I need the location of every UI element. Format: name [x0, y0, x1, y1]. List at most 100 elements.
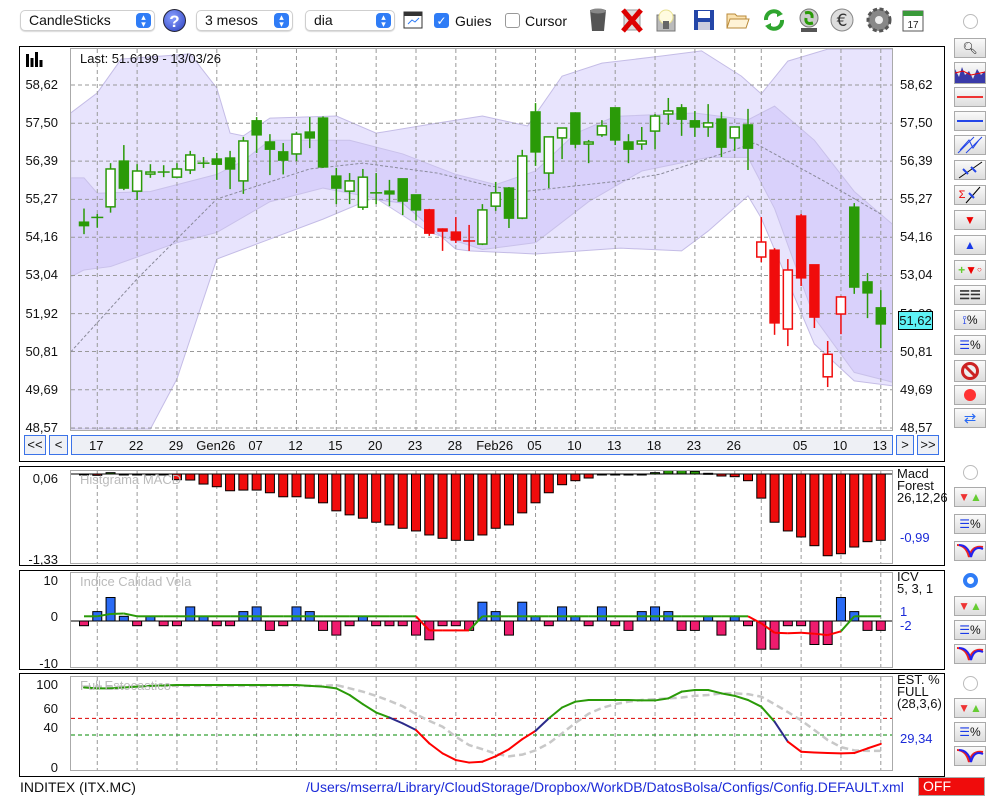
- add-signal-button[interactable]: + ▼ ○: [954, 260, 986, 280]
- delete-icon[interactable]: [620, 6, 644, 34]
- buy-signal-button[interactable]: ▲: [954, 235, 986, 255]
- range-percent-button[interactable]: ⟟%: [954, 310, 986, 330]
- candle-body: [357, 176, 369, 208]
- icv-name: ICV 5, 3, 1: [897, 570, 933, 595]
- icv-bar: [384, 620, 395, 627]
- icv-bar: [185, 606, 196, 622]
- price-axis-label-left: 48,57: [25, 420, 58, 435]
- interval-select[interactable]: dia ▴ ▾: [305, 10, 395, 31]
- folder-icon[interactable]: [726, 6, 750, 34]
- chart-type-select[interactable]: CandleSticks ▴ ▾: [20, 10, 155, 31]
- blue-line-button[interactable]: [954, 111, 986, 131]
- macd-bar: [424, 473, 435, 536]
- stoch-curve-button[interactable]: [954, 746, 986, 766]
- gear-icon[interactable]: [864, 6, 894, 34]
- candle-body: [875, 307, 887, 325]
- date-axis-label: Gen26: [196, 438, 236, 453]
- lines-percent-button[interactable]: ☰%: [954, 335, 986, 355]
- macd-bar: [278, 473, 289, 498]
- calendar-icon[interactable]: 17: [901, 6, 925, 34]
- sigma-trend-button[interactable]: Σ: [954, 185, 986, 205]
- price-axis-label-left: 57,50: [25, 115, 58, 131]
- refresh-icon[interactable]: [762, 6, 786, 34]
- macd-bar: [517, 473, 528, 514]
- candle-body: [848, 206, 860, 288]
- stoch-k-line: [654, 697, 670, 702]
- stoch-k-line: [361, 703, 378, 714]
- candle-body: [291, 133, 302, 155]
- icv-bar: [264, 620, 275, 631]
- candle-body: [822, 353, 833, 378]
- macd-plot[interactable]: [70, 470, 893, 564]
- chart-thumbnail-button[interactable]: [954, 62, 986, 84]
- stochastic-title: Full Estocastico: [80, 678, 172, 693]
- stochastic-plot[interactable]: [70, 676, 893, 771]
- stoch-percent-button[interactable]: ☰%: [954, 722, 986, 742]
- euro-icon[interactable]: €: [830, 6, 854, 34]
- macd-bar: [530, 473, 541, 504]
- stoch-panel-radio[interactable]: [963, 676, 978, 691]
- nav-prev-button[interactable]: <: [49, 435, 68, 455]
- red-line-button[interactable]: [954, 87, 986, 107]
- date-axis-label: 07: [248, 438, 263, 453]
- recycle-icon[interactable]: [797, 6, 821, 34]
- lines-icon: ☰: [959, 725, 971, 739]
- stoch-k-line: [760, 705, 776, 723]
- sync-arrows-icon: ⇄: [963, 409, 977, 427]
- candle-body: [304, 131, 316, 139]
- lines-icon: ☰: [959, 517, 971, 531]
- v-curve-icon: [956, 544, 984, 558]
- config-path-link[interactable]: /Users/mserra/Library/CloudStorage/Dropb…: [306, 779, 904, 795]
- svg-text:€: €: [837, 11, 848, 31]
- cursor-checkbox[interactable]: [505, 13, 520, 28]
- macd-curve-button[interactable]: [954, 541, 986, 561]
- icv-panel-radio[interactable]: [963, 573, 978, 588]
- icv-bar: [278, 620, 289, 627]
- clear-button[interactable]: [954, 360, 986, 382]
- sell-signal-button[interactable]: ▼: [954, 210, 986, 230]
- chart-settings-icon[interactable]: [402, 6, 424, 34]
- main-panel-radio[interactable]: [963, 14, 978, 29]
- levels-button[interactable]: ☰☰: [954, 285, 986, 305]
- candle-body: [623, 141, 634, 150]
- macd-panel-radio[interactable]: [963, 465, 978, 480]
- stoch-signals-button[interactable]: ▼ ▲: [954, 698, 986, 718]
- channel-button[interactable]: [954, 135, 986, 155]
- save-icon[interactable]: [692, 6, 716, 34]
- nav-last-button[interactable]: >>: [917, 435, 939, 455]
- date-axis-label: 17: [89, 438, 104, 453]
- nav-next-button[interactable]: >: [896, 435, 914, 455]
- icv-bar: [211, 620, 222, 627]
- bar-chart-icon[interactable]: [26, 52, 43, 70]
- stoch-k-line: [574, 699, 590, 703]
- macd-bar: [796, 473, 807, 538]
- date-axis-label: 26: [726, 438, 741, 453]
- help-button[interactable]: ?: [163, 9, 186, 32]
- trash-icon[interactable]: [586, 6, 610, 34]
- sync-button[interactable]: ⇄: [954, 408, 986, 428]
- icv-plot[interactable]: [70, 572, 893, 668]
- guides-checkbox[interactable]: ✓: [434, 13, 449, 28]
- icv-curve-button[interactable]: [954, 644, 986, 664]
- stoch-k-line: [295, 684, 311, 687]
- parallel-trend-button[interactable]: [954, 160, 986, 180]
- date-axis-label: 13: [872, 438, 888, 453]
- icv-signals-button[interactable]: ▼ ▲: [954, 596, 986, 616]
- price-axis-label-right: 48,57: [900, 420, 933, 435]
- macd-bar: [371, 473, 382, 523]
- macd-percent-button[interactable]: ☰%: [954, 514, 986, 534]
- period-select[interactable]: 3 mesos ▴ ▾: [196, 10, 293, 31]
- candle-body: [769, 249, 780, 324]
- icv-percent-button[interactable]: ☰%: [954, 620, 986, 640]
- channel-icon: [957, 136, 983, 154]
- stoch-k-line: [733, 694, 749, 702]
- off-toggle-button[interactable]: OFF: [918, 777, 985, 796]
- macd-signals-button[interactable]: ▼ ▲: [954, 487, 986, 507]
- lamp-icon[interactable]: [654, 6, 678, 34]
- macd-bar: [490, 473, 501, 529]
- record-button[interactable]: [954, 385, 986, 405]
- zoom-button[interactable]: 🔍︎: [954, 38, 986, 58]
- price-chart[interactable]: [70, 48, 893, 431]
- nav-first-button[interactable]: <<: [24, 435, 46, 455]
- icv-bar: [411, 620, 421, 636]
